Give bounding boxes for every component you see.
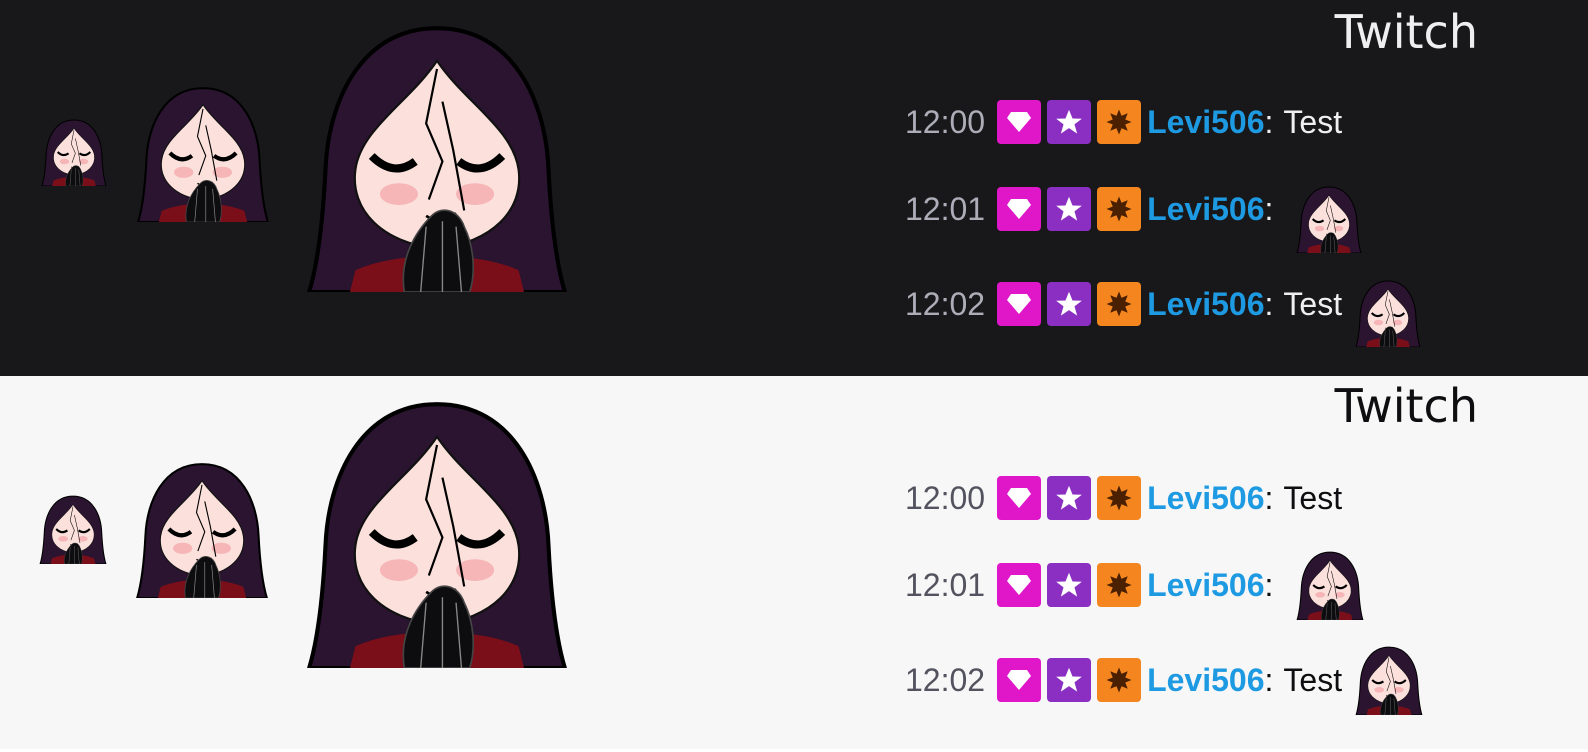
starburst-badge-icon[interactable] — [1097, 100, 1142, 144]
diamond-badge-icon[interactable] — [997, 563, 1042, 607]
timestamp: 12:01 — [905, 566, 986, 603]
panel-title: Twitch — [1334, 5, 1478, 59]
star-badge-icon[interactable] — [1047, 282, 1092, 326]
username[interactable]: Levi506 — [1147, 480, 1264, 517]
separator: : — [1264, 103, 1274, 140]
username[interactable]: Levi506 — [1147, 191, 1264, 228]
dark-theme-panel: Twitch 12:00 Levi506 : Test 12:01 Levi50… — [0, 0, 1588, 376]
emote-large — [296, 396, 578, 668]
emote-small — [40, 118, 108, 186]
message-emote[interactable] — [1295, 550, 1365, 620]
emote-medium — [132, 460, 272, 598]
diamond-badge-icon[interactable] — [997, 476, 1042, 520]
star-badge-icon[interactable] — [1047, 563, 1092, 607]
starburst-badge-icon[interactable] — [1097, 282, 1142, 326]
diamond-badge-icon[interactable] — [997, 282, 1042, 326]
message-emote[interactable] — [1295, 185, 1363, 253]
panel-title: Twitch — [1334, 379, 1478, 433]
starburst-badge-icon[interactable] — [1097, 563, 1142, 607]
timestamp: 12:01 — [905, 190, 986, 227]
separator: : — [1264, 661, 1274, 698]
light-theme-panel: Twitch 12:00 Levi506 : Test 12:01 Levi50… — [0, 376, 1588, 749]
diamond-badge-icon[interactable] — [997, 187, 1042, 231]
chat-message: 12:01 Levi506 : — [905, 560, 1365, 610]
separator: : — [1264, 190, 1274, 227]
emote-medium — [134, 84, 272, 222]
chat-message: 12:00 Levi506 : Test — [905, 97, 1342, 147]
diamond-badge-icon[interactable] — [997, 658, 1042, 702]
timestamp: 12:02 — [905, 661, 986, 698]
chat-message: 12:00 Levi506 : Test — [905, 473, 1342, 523]
separator: : — [1264, 285, 1274, 322]
separator: : — [1264, 479, 1274, 516]
emote-small — [38, 494, 108, 564]
username[interactable]: Levi506 — [1147, 567, 1264, 604]
message-text: Test — [1283, 103, 1343, 140]
message-emote[interactable] — [1354, 645, 1424, 715]
message-text: Test — [1283, 479, 1343, 516]
chat-message: 12:02 Levi506 : Test — [905, 279, 1422, 329]
username[interactable]: Levi506 — [1147, 286, 1264, 323]
timestamp: 12:00 — [905, 103, 986, 140]
starburst-badge-icon[interactable] — [1097, 658, 1142, 702]
timestamp: 12:02 — [905, 285, 986, 322]
emote-large — [296, 20, 578, 292]
timestamp: 12:00 — [905, 479, 986, 516]
username[interactable]: Levi506 — [1147, 104, 1264, 141]
star-badge-icon[interactable] — [1047, 187, 1092, 231]
separator: : — [1264, 566, 1274, 603]
message-emote[interactable] — [1354, 279, 1422, 347]
diamond-badge-icon[interactable] — [997, 100, 1042, 144]
chat-message: 12:02 Levi506 : Test — [905, 655, 1424, 705]
starburst-badge-icon[interactable] — [1097, 187, 1142, 231]
message-text: Test — [1283, 661, 1343, 698]
username[interactable]: Levi506 — [1147, 662, 1264, 699]
message-text: Test — [1283, 285, 1343, 322]
chat-message: 12:01 Levi506 : — [905, 184, 1363, 234]
star-badge-icon[interactable] — [1047, 476, 1092, 520]
star-badge-icon[interactable] — [1047, 100, 1092, 144]
star-badge-icon[interactable] — [1047, 658, 1092, 702]
starburst-badge-icon[interactable] — [1097, 476, 1142, 520]
